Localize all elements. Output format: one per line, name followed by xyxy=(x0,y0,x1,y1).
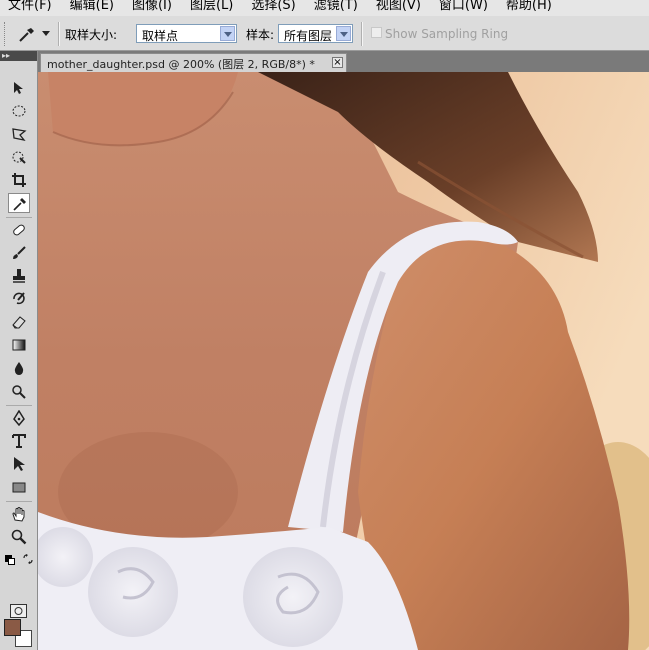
options-bar: 取样大小: 取样点 样本: 所有图层 Show Sampling Ring xyxy=(0,16,649,51)
dodge-tool[interactable] xyxy=(8,381,30,401)
toolbox: ▸▸ xyxy=(0,51,38,650)
blur-tool[interactable] xyxy=(8,358,30,378)
sample-size-select[interactable]: 取样点 xyxy=(136,24,237,43)
separator xyxy=(361,22,363,46)
menu-image[interactable]: 图像(I) xyxy=(132,0,172,14)
document-tab-title: mother_daughter.psd @ 200% (图层 2, RGB/8*… xyxy=(47,58,315,71)
menu-view[interactable]: 视图(V) xyxy=(376,0,421,14)
show-sampling-ring-checkbox[interactable] xyxy=(371,27,382,38)
clone-stamp-icon xyxy=(13,269,25,283)
move-icon xyxy=(14,82,23,94)
chevron-down-icon[interactable] xyxy=(220,26,235,41)
pen-tool[interactable] xyxy=(8,408,30,428)
eyedropper-icon xyxy=(19,28,34,42)
zoom-tool[interactable] xyxy=(8,527,30,547)
rectangle-tool[interactable] xyxy=(8,477,30,497)
sample-value: 所有图层 xyxy=(284,29,333,43)
marquee-icon xyxy=(12,105,26,117)
brush-icon xyxy=(13,246,26,259)
foreground-color-swatch[interactable] xyxy=(4,619,21,636)
hand-icon xyxy=(12,507,25,522)
healing-brush-icon xyxy=(13,224,25,236)
menu-bar: 文件(F) 编辑(E) 图像(I) 图层(L) 选择(S) 滤镜(T) 视图(V… xyxy=(0,0,649,16)
quick-mask-button[interactable] xyxy=(10,604,27,618)
crop-tool[interactable] xyxy=(8,170,30,190)
rectangle-icon xyxy=(12,482,26,493)
sample-size-label: 取样大小: xyxy=(65,28,118,42)
sample-label: 样本: xyxy=(246,28,275,42)
lasso-tool[interactable] xyxy=(8,124,30,144)
brush-tool[interactable] xyxy=(8,243,30,263)
menu-layer[interactable]: 图层(L) xyxy=(190,0,233,14)
path-select-icon xyxy=(14,457,25,471)
history-brush-tool[interactable] xyxy=(8,289,30,309)
separator xyxy=(58,22,60,46)
eyedropper-icon xyxy=(13,198,26,211)
blur-icon xyxy=(14,362,24,375)
menu-window[interactable]: 窗口(W) xyxy=(439,0,488,14)
healing-brush-tool[interactable] xyxy=(8,220,30,240)
clone-stamp-tool[interactable] xyxy=(8,266,30,286)
crop-icon xyxy=(12,173,26,187)
zoom-icon xyxy=(11,529,27,545)
document-tab[interactable]: mother_daughter.psd @ 200% (图层 2, RGB/8*… xyxy=(40,53,347,72)
menu-edit[interactable]: 编辑(E) xyxy=(70,0,114,14)
photo xyxy=(38,72,649,650)
document-tab-bar: mother_daughter.psd @ 200% (图层 2, RGB/8*… xyxy=(0,51,649,72)
toolbox-collapse-icon[interactable]: ▸▸ xyxy=(0,51,37,61)
menu-file[interactable]: 文件(F) xyxy=(8,0,52,14)
toolbox-separator xyxy=(6,501,32,502)
document-canvas[interactable] xyxy=(38,72,649,650)
type-icon xyxy=(12,434,26,448)
quick-select-tool[interactable] xyxy=(8,147,30,167)
pen-icon xyxy=(13,410,25,426)
marquee-tool[interactable] xyxy=(8,101,30,121)
eraser-icon xyxy=(12,316,26,329)
hand-tool[interactable] xyxy=(8,504,30,524)
menu-filter[interactable]: 滤镜(T) xyxy=(314,0,358,14)
menu-select[interactable]: 选择(S) xyxy=(251,0,295,14)
eyedropper-tool[interactable] xyxy=(8,193,30,213)
quick-mask-icon xyxy=(14,607,23,615)
gradient-tool[interactable] xyxy=(8,335,30,355)
history-brush-icon xyxy=(13,292,25,305)
swap-colors-icon[interactable] xyxy=(23,554,33,564)
tool-preset-picker[interactable] xyxy=(14,23,54,45)
chevron-down-icon[interactable] xyxy=(336,26,351,41)
lasso-icon xyxy=(12,128,27,141)
menu-help[interactable]: 帮助(H) xyxy=(506,0,552,14)
quick-select-icon xyxy=(12,151,26,164)
move-tool[interactable] xyxy=(8,78,30,98)
options-grip xyxy=(4,22,8,46)
toolbox-separator xyxy=(6,405,32,406)
close-icon[interactable]: × xyxy=(332,57,343,68)
eraser-tool[interactable] xyxy=(8,312,30,332)
type-tool[interactable] xyxy=(8,431,30,451)
default-colors-icon[interactable] xyxy=(5,555,15,565)
sample-size-value: 取样点 xyxy=(142,29,179,43)
path-select-tool[interactable] xyxy=(8,454,30,474)
chevron-down-icon xyxy=(42,31,50,36)
show-sampling-ring-label: Show Sampling Ring xyxy=(385,27,509,41)
toolbox-separator xyxy=(6,217,32,218)
dodge-icon xyxy=(12,385,26,399)
sample-select[interactable]: 所有图层 xyxy=(278,24,353,43)
gradient-icon xyxy=(12,339,26,351)
